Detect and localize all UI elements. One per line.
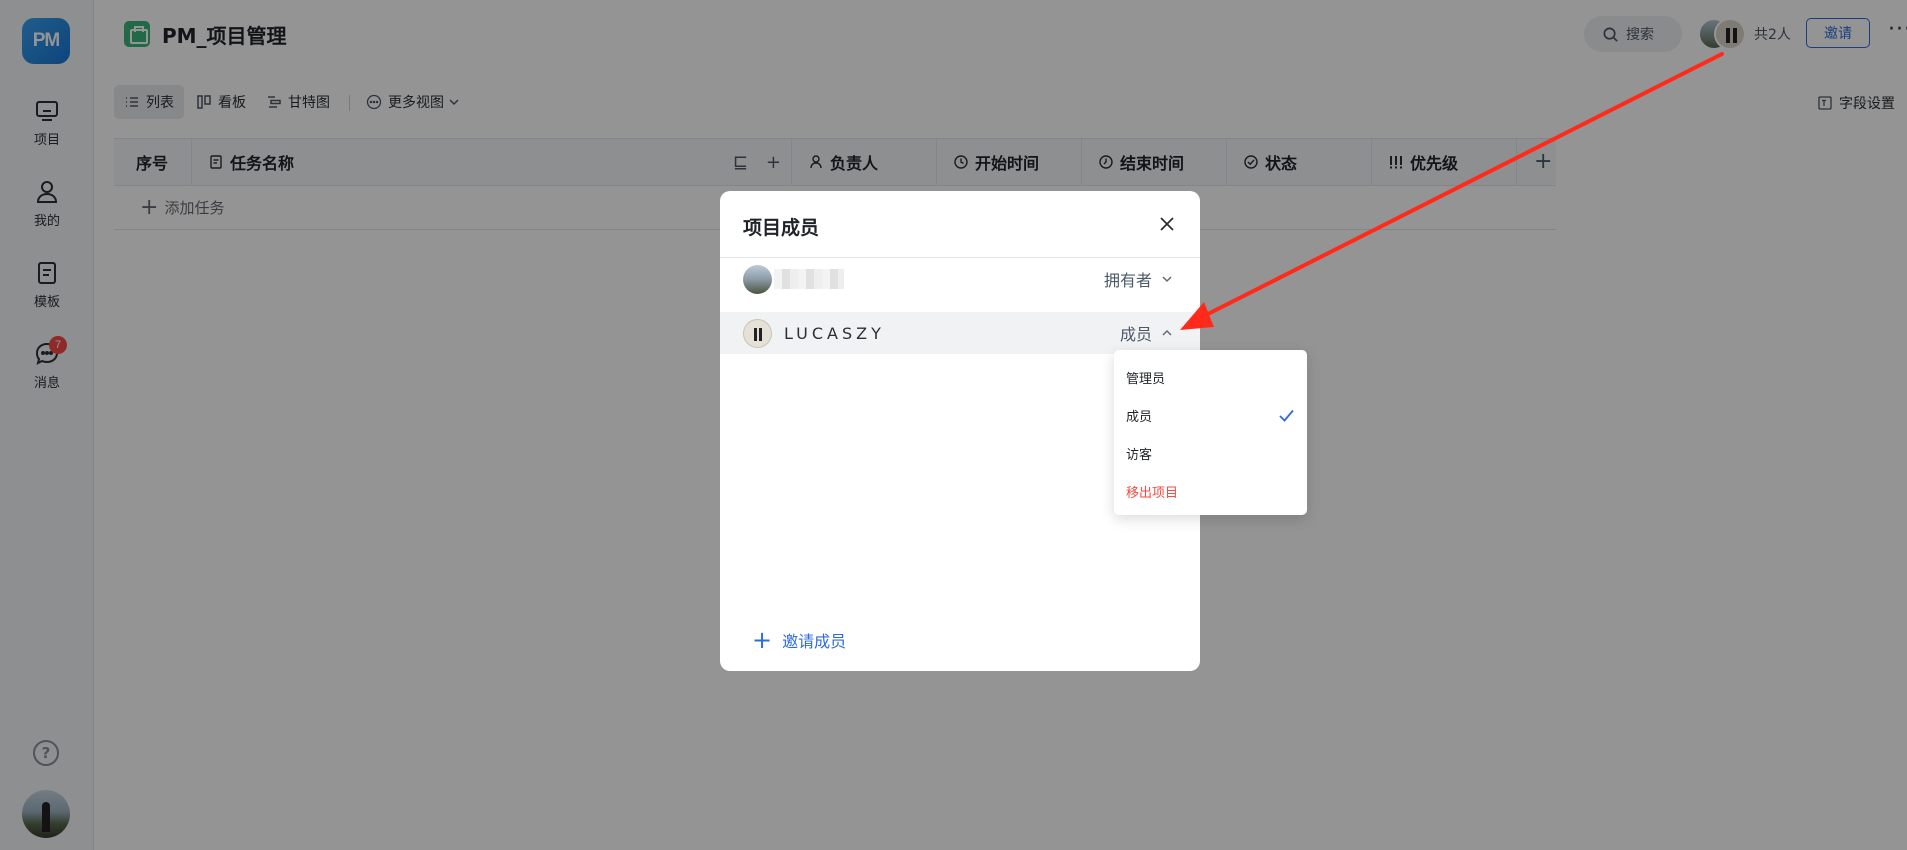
dialog-title: 项目成员 <box>743 217 820 239</box>
member-name-redacted <box>774 269 844 289</box>
role-option-label: 访客 <box>1126 447 1153 463</box>
member-avatar <box>743 318 772 348</box>
member-row-owner: 拥有者 <box>720 258 1200 300</box>
plus-icon: + <box>752 626 773 654</box>
role-option-member[interactable]: 成员 <box>1114 396 1307 434</box>
member-role-select[interactable]: 拥有者 <box>1104 258 1174 300</box>
role-option-label: 成员 <box>1126 409 1153 425</box>
role-option-label: 移出项目 <box>1126 485 1179 501</box>
member-role-select[interactable]: 成员 <box>1120 312 1174 354</box>
member-role-label: 拥有者 <box>1103 271 1152 290</box>
remove-from-project-option[interactable]: 移出项目 <box>1114 472 1307 510</box>
chevron-up-icon <box>1162 329 1172 336</box>
chevron-down-icon <box>1162 276 1172 283</box>
role-option-guest[interactable]: 访客 <box>1114 434 1307 472</box>
invite-members-button[interactable]: + 邀请成员 <box>752 628 846 652</box>
close-icon[interactable] <box>1156 213 1178 235</box>
member-role-label: 成员 <box>1119 325 1152 344</box>
role-option-label: 管理员 <box>1126 371 1166 387</box>
role-option-admin[interactable]: 管理员 <box>1114 358 1307 396</box>
invite-members-label: 邀请成员 <box>782 632 847 651</box>
member-row-lucaszy: LUCASZY 成员 <box>720 312 1200 354</box>
member-avatar <box>743 264 772 294</box>
checkmark-icon <box>1279 409 1294 422</box>
member-name: LUCASZY <box>784 323 885 343</box>
role-dropdown-menu: 管理员 成员 访客 移出项目 <box>1114 350 1307 515</box>
